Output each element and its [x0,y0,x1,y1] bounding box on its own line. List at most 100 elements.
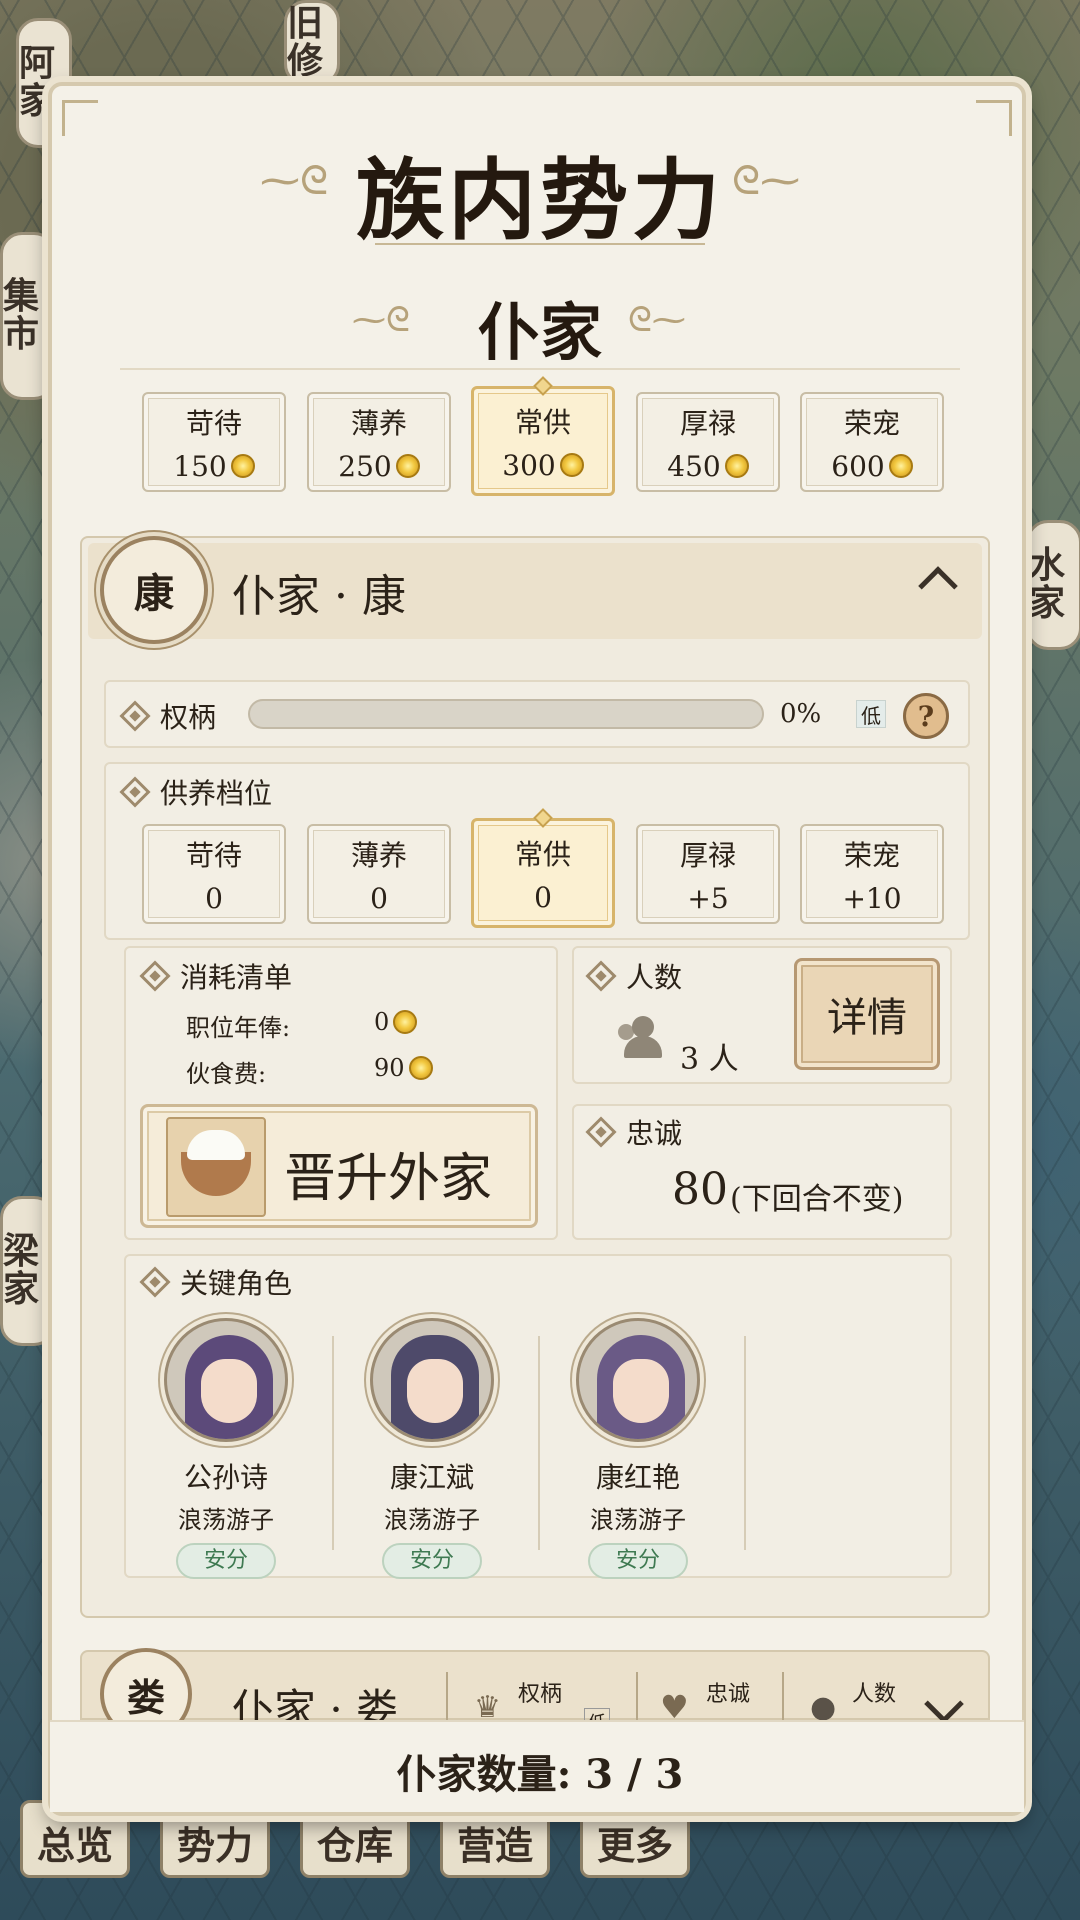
section-subtitle: 仆家 [477,296,602,369]
power-level-badge: 低 [856,700,886,728]
character-name: 康江斌 [389,1461,474,1494]
power-percent: 0% [780,699,822,729]
support-tier-value: +5 [687,881,729,915]
salary-amount: 0 [374,1008,390,1036]
loyalty-note: (下回合不变) [730,1182,904,1217]
tier-cost-value: 150 [173,449,227,483]
diamond-bullet-icon [119,700,151,732]
consumption-label-text: 消耗清单 [180,961,293,994]
avatar [164,1318,288,1442]
support-tier-1[interactable]: 苛待 0 [142,824,286,924]
family-name: 仆家 · 康 [232,571,406,622]
tier-label: 厚禄 [679,406,736,440]
avatar [370,1318,494,1442]
status-badge: 安分 [176,1543,276,1579]
character-role: 浪荡游子 [384,1506,480,1534]
tier-tab-1[interactable]: 苛待 150 [142,392,286,492]
tier-label: 苛待 [185,406,242,440]
tier-cost: 450 [667,449,749,483]
headcount-label: 人数 [852,1682,897,1707]
support-tier-5[interactable]: 荣宠 +10 [800,824,944,924]
support-label-text: 供养档位 [160,777,273,810]
key-roles-label: 关键角色 [139,1262,293,1302]
subtitle-divider [120,368,960,370]
divider [636,1672,638,1722]
coin-icon [408,1056,433,1080]
rice-bowl-shape [181,1130,251,1196]
support-tier-label: 苛待 [185,838,242,872]
tier-cost: 300 [502,448,584,482]
tier-tab-2[interactable]: 薄养 250 [307,392,451,492]
character-name: 康红艳 [595,1461,680,1494]
tier-label: 荣宠 [843,406,900,440]
consumption-label: 消耗清单 [139,956,293,996]
food-value: 90 [374,1054,433,1082]
character-role: 浪荡游子 [590,1506,686,1534]
tier-cost-value: 300 [502,448,556,482]
coin-icon [559,453,584,477]
family-card-header[interactable] [88,543,982,639]
avatar [576,1318,700,1442]
people-icon [618,1016,666,1060]
power-label-text: 权柄 [160,701,217,734]
rice-bowl-icon [166,1117,266,1217]
diamond-bullet-icon [139,960,171,992]
tier-cost-value: 450 [667,449,721,483]
salary-label: 职位年俸: [186,1014,291,1042]
support-tier-4[interactable]: 厚禄 +5 [636,824,780,924]
tier-tab-5[interactable]: 荣宠 600 [800,392,944,492]
support-label: 供养档位 [119,772,273,812]
support-tier-2[interactable]: 薄养 0 [307,824,451,924]
loyalty-value: 80 [672,1164,728,1215]
tier-cost: 250 [338,449,420,483]
tier-cost: 600 [831,449,913,483]
loyalty-label-text: 忠诚 [626,1117,683,1150]
detail-button[interactable]: 详情 [794,958,940,1070]
support-tier-value: 0 [534,880,552,914]
salary-value: 0 [374,1008,418,1036]
diamond-bullet-icon [139,1266,171,1298]
tier-cost: 150 [173,449,255,483]
food-amount: 90 [374,1054,405,1082]
loyalty-label: 忠诚 [706,1682,751,1707]
status-badge: 安分 [382,1543,482,1579]
family-seal: 康 [100,536,208,644]
tier-tab-3[interactable]: 常供 300 [471,376,615,496]
diamond-bullet-icon [585,960,617,992]
title-divider [375,243,705,245]
help-icon[interactable]: ? [903,693,949,739]
coin-icon [888,454,913,478]
coin-icon [395,454,420,478]
tier-tab-4[interactable]: 厚禄 450 [636,392,780,492]
support-tier-3[interactable]: 常供 0 [471,808,615,928]
character-card-1[interactable]: 公孙诗 浪荡游子 安分 [126,1318,326,1579]
loyalty-label: 忠诚 [585,1112,683,1152]
family-count: 仆家数量: 3 / 3 [396,1751,684,1798]
support-tier-label: 荣宠 [843,838,900,872]
power-label: 权柄 [119,696,217,736]
character-card-2[interactable]: 康江斌 浪荡游子 安分 [332,1318,532,1579]
status-badge: 安分 [588,1543,688,1579]
character-role: 浪荡游子 [178,1506,274,1534]
map-sign-top[interactable]: 旧修 [284,0,340,86]
divider [446,1672,448,1722]
tier-cost-value: 250 [338,449,392,483]
character-name: 公孙诗 [183,1461,268,1494]
coin-icon [393,1010,418,1034]
support-tier-value: 0 [205,881,223,915]
divider [744,1336,746,1550]
headcount-value: 3 人 [680,1042,739,1077]
support-tier-value: +10 [842,881,902,915]
support-tier-label: 薄养 [350,838,407,872]
promote-button-label: 晋升外家 [284,1149,493,1209]
headcount-label-text: 人数 [626,961,683,994]
map-sign-right[interactable]: 水家 [1026,520,1080,650]
headcount-label: 人数 [585,956,683,996]
tier-cost-value: 600 [831,449,885,483]
key-roles-label-text: 关键角色 [180,1267,293,1300]
character-card-3[interactable]: 康红艳 浪荡游子 安分 [538,1318,738,1579]
divider [782,1672,784,1722]
coin-icon [724,454,749,478]
diamond-bullet-icon [585,1116,617,1148]
coin-icon [230,454,255,478]
